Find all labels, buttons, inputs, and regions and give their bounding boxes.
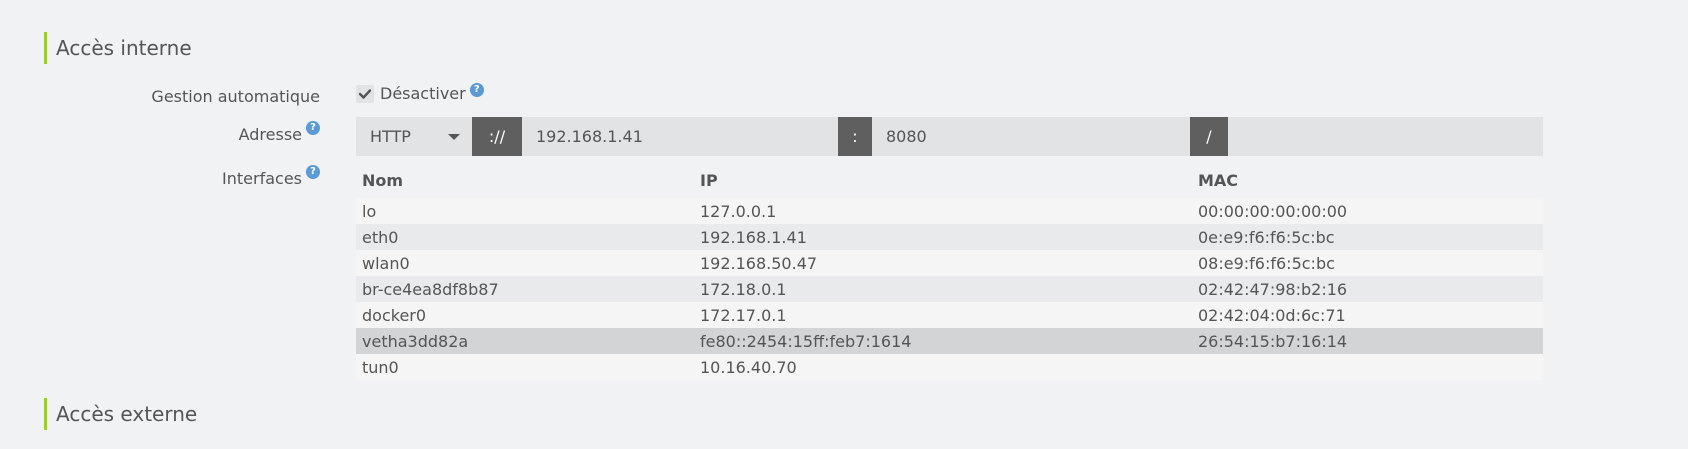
- cell-ip: 127.0.0.1: [694, 198, 1192, 224]
- question-circle-icon[interactable]: ?: [306, 165, 320, 179]
- column-header-mac: MAC: [1198, 170, 1239, 190]
- cell-mac: [1192, 354, 1543, 380]
- section-title-internal: Accès interne: [44, 32, 192, 64]
- address-input-group: HTTP :// 192.168.1.41 : 8080 /: [356, 117, 1543, 156]
- address-label: Adresse?: [0, 121, 320, 144]
- protocol-select[interactable]: HTTP: [356, 117, 472, 156]
- disable-checkbox[interactable]: [356, 84, 374, 103]
- path-separator: /: [1190, 117, 1228, 156]
- auto-manage-label: Gestion automatique: [0, 87, 320, 106]
- cell-name: vetha3dd82a: [356, 328, 694, 354]
- table-row: docker0 172.17.0.1 02:42:04:0d:6c:71: [356, 302, 1543, 328]
- auto-manage-label-text: Gestion automatique: [151, 87, 320, 106]
- question-circle-icon[interactable]: ?: [306, 121, 320, 135]
- table-row-highlighted: vetha3dd82a fe80::2454:15ff:feb7:1614 26…: [356, 328, 1543, 354]
- question-circle-icon[interactable]: ?: [469, 82, 484, 97]
- port-input[interactable]: 8080: [872, 117, 1190, 156]
- table-row: tun0 10.16.40.70: [356, 354, 1543, 380]
- cell-name: lo: [356, 198, 694, 224]
- section-title-external: Accès externe: [44, 398, 197, 430]
- cell-mac: 02:42:04:0d:6c:71: [1192, 302, 1543, 328]
- cell-name: eth0: [356, 224, 694, 250]
- cell-ip: 172.17.0.1: [694, 302, 1192, 328]
- cell-name: wlan0: [356, 250, 694, 276]
- cell-ip: fe80::2454:15ff:feb7:1614: [694, 328, 1192, 354]
- cell-mac: 08:e9:f6:f6:5c:bc: [1192, 250, 1543, 276]
- table-row: br-ce4ea8df8b87 172.18.0.1 02:42:47:98:b…: [356, 276, 1543, 302]
- disable-checkbox-label[interactable]: Désactiver: [380, 84, 466, 103]
- host-input[interactable]: 192.168.1.41: [522, 117, 838, 156]
- cell-name: docker0: [356, 302, 694, 328]
- protocol-select-value: HTTP: [370, 127, 411, 146]
- cell-mac: 00:00:00:00:00:00: [1192, 198, 1543, 224]
- cell-ip: 172.18.0.1: [694, 276, 1192, 302]
- caret-down-icon: [448, 133, 460, 140]
- table-header-row: Nom IP MAC: [356, 168, 1543, 198]
- check-icon: [358, 88, 372, 99]
- cell-ip: 192.168.1.41: [694, 224, 1192, 250]
- column-header-name: Nom: [362, 170, 404, 190]
- cell-ip: 192.168.50.47: [694, 250, 1192, 276]
- interfaces-table: Nom IP MAC lo 127.0.0.1 00:00:00:00:00:0…: [356, 168, 1543, 380]
- cell-name: tun0: [356, 354, 694, 380]
- auto-manage-control: Désactiver ?: [356, 82, 484, 103]
- column-header-ip: IP: [700, 170, 718, 190]
- cell-mac: 02:42:47:98:b2:16: [1192, 276, 1543, 302]
- interfaces-label: Interfaces?: [0, 165, 320, 188]
- cell-mac: 0e:e9:f6:f6:5c:bc: [1192, 224, 1543, 250]
- table-row: eth0 192.168.1.41 0e:e9:f6:f6:5c:bc: [356, 224, 1543, 250]
- table-row: wlan0 192.168.50.47 08:e9:f6:f6:5c:bc: [356, 250, 1543, 276]
- path-input[interactable]: [1228, 117, 1543, 156]
- cell-ip: 10.16.40.70: [694, 354, 1192, 380]
- address-label-text: Adresse: [238, 125, 302, 144]
- interfaces-label-text: Interfaces: [222, 169, 302, 188]
- scheme-separator: ://: [472, 117, 522, 156]
- table-row: lo 127.0.0.1 00:00:00:00:00:00: [356, 198, 1543, 224]
- cell-mac: 26:54:15:b7:16:14: [1192, 328, 1543, 354]
- port-separator: :: [838, 117, 872, 156]
- cell-name: br-ce4ea8df8b87: [356, 276, 694, 302]
- settings-page: Accès interne Gestion automatique Désact…: [0, 0, 1688, 449]
